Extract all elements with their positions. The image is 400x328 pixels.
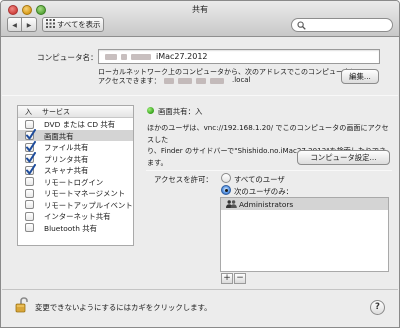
local-address-suffix: .local [232, 76, 251, 84]
service-description-line1: ほかのユーザは、vnc://192.168.1.20/ でこのコンピュータの画面… [147, 123, 389, 144]
service-row[interactable]: スキャナ共有 [18, 163, 133, 176]
service-row[interactable]: Bluetooth 共有 [18, 222, 133, 234]
access-label: アクセスを許可： [154, 175, 213, 184]
service-row[interactable]: リモートアップルイベント [18, 199, 133, 211]
lock-icon[interactable] [15, 297, 29, 314]
list-item[interactable]: Administrators [221, 198, 388, 210]
service-row[interactable]: 画面共有 [18, 129, 133, 141]
service-checkbox[interactable] [25, 152, 36, 163]
service-checkbox[interactable] [25, 140, 36, 152]
radio-only-these-users-label: 次のユーザのみ： [234, 187, 293, 196]
service-row[interactable]: リモートログイン [18, 176, 133, 188]
service-checkbox[interactable] [25, 163, 36, 175]
service-checkbox[interactable] [25, 129, 36, 140]
service-status: 画面共有：入 [158, 107, 203, 116]
column-header-on: 入 [25, 108, 32, 116]
window-title: 共有 [192, 5, 208, 14]
computer-name-label: コンピュータ名： [37, 53, 98, 62]
service-list-header: 入 サービス [18, 106, 133, 118]
allowed-users-list[interactable]: Administrators [220, 197, 389, 272]
computer-name-value: iMac27.2012 [156, 52, 208, 61]
service-row[interactable]: ファイル共有 [18, 140, 133, 153]
show-all-button[interactable]: すべてを表示 [42, 17, 104, 32]
computer-name-field[interactable]: iMac27.2012 [98, 49, 380, 64]
edit-button[interactable]: 編集... [341, 69, 379, 84]
title-bar: 共有 ◀ ▶ すべてを表示 [1, 1, 399, 37]
service-label: スキャナ共有 [44, 166, 89, 175]
service-list[interactable]: 入 サービス DVD または CD 共有 画面共有ファイル共有 プリンタ共有 スキャナ… [17, 105, 134, 246]
detail-divider [146, 170, 392, 171]
radio-only-these-users[interactable] [221, 185, 231, 195]
forward-button[interactable]: ▶ [22, 17, 37, 32]
service-checkbox[interactable] [25, 119, 34, 129]
add-user-button[interactable]: + [221, 273, 233, 284]
redacted-block [105, 54, 117, 60]
radio-all-users-label: すべてのユーザ [234, 175, 285, 184]
user-name: Administrators [239, 199, 294, 209]
back-arrow-icon: ◀ [12, 22, 17, 29]
service-row[interactable]: プリンタ共有 [18, 152, 133, 165]
service-label: インターネット共有 [44, 212, 111, 221]
service-checkbox[interactable] [25, 223, 34, 232]
grid-icon [45, 19, 55, 28]
computer-settings-button[interactable]: コンピュータ設定... [297, 150, 390, 165]
service-row[interactable]: リモートマネージメント [18, 187, 133, 199]
checkmark-icon [26, 129, 36, 140]
footer-divider [2, 289, 398, 290]
checkmark-icon [26, 163, 36, 174]
lock-message: 変更できないようにするにはカギをクリックします。 [35, 303, 212, 312]
back-button[interactable]: ◀ [7, 17, 22, 32]
redacted-block [164, 78, 174, 84]
search-input[interactable] [308, 20, 388, 30]
forward-arrow-icon: ▶ [26, 22, 32, 29]
service-checkbox[interactable] [25, 200, 34, 209]
checkmark-icon [26, 152, 36, 163]
column-header-service: サービス [42, 108, 70, 116]
service-row[interactable]: インターネット共有 [18, 210, 133, 222]
local-address-prefix: アクセスできます： [98, 77, 161, 85]
service-row[interactable]: DVD または CD 共有 [18, 118, 133, 130]
service-label: DVD または CD 共有 [44, 120, 116, 129]
redacted-block [178, 78, 192, 84]
service-label: 画面共有 [44, 131, 74, 141]
redacted-block [210, 78, 224, 84]
service-checkbox[interactable] [25, 177, 34, 186]
search-icon [297, 21, 306, 30]
service-label: リモートログイン [44, 177, 104, 187]
section-divider [2, 95, 398, 96]
service-label: ファイル共有 [44, 143, 89, 152]
service-checkbox[interactable] [25, 211, 34, 221]
service-checkbox[interactable] [25, 188, 34, 198]
search-field[interactable] [291, 18, 393, 32]
show-all-label: すべてを表示 [56, 20, 101, 29]
service-rows: DVD または CD 共有 画面共有ファイル共有 プリンタ共有 スキャナ共有リモートロ… [18, 118, 133, 233]
service-label: リモートアップルイベント [44, 200, 133, 210]
service-label: リモートマネージメント [44, 189, 126, 198]
checkmark-icon [26, 140, 36, 151]
redacted-block [131, 54, 151, 60]
sharing-window: 共有 ◀ ▶ すべてを表示 コンピュータ名： iMac27.2012 ローカルネ… [0, 0, 400, 328]
local-address-note-line2: アクセスできます： [98, 76, 161, 86]
redacted-block [121, 54, 127, 60]
group-icon [226, 200, 237, 208]
service-label: プリンタ共有 [44, 154, 89, 164]
remove-user-button[interactable]: − [234, 273, 246, 284]
help-button[interactable]: ? [370, 300, 385, 315]
radio-all-users[interactable] [221, 173, 231, 183]
status-indicator [147, 107, 154, 114]
service-label: Bluetooth 共有 [44, 223, 98, 233]
redacted-block [196, 78, 206, 84]
